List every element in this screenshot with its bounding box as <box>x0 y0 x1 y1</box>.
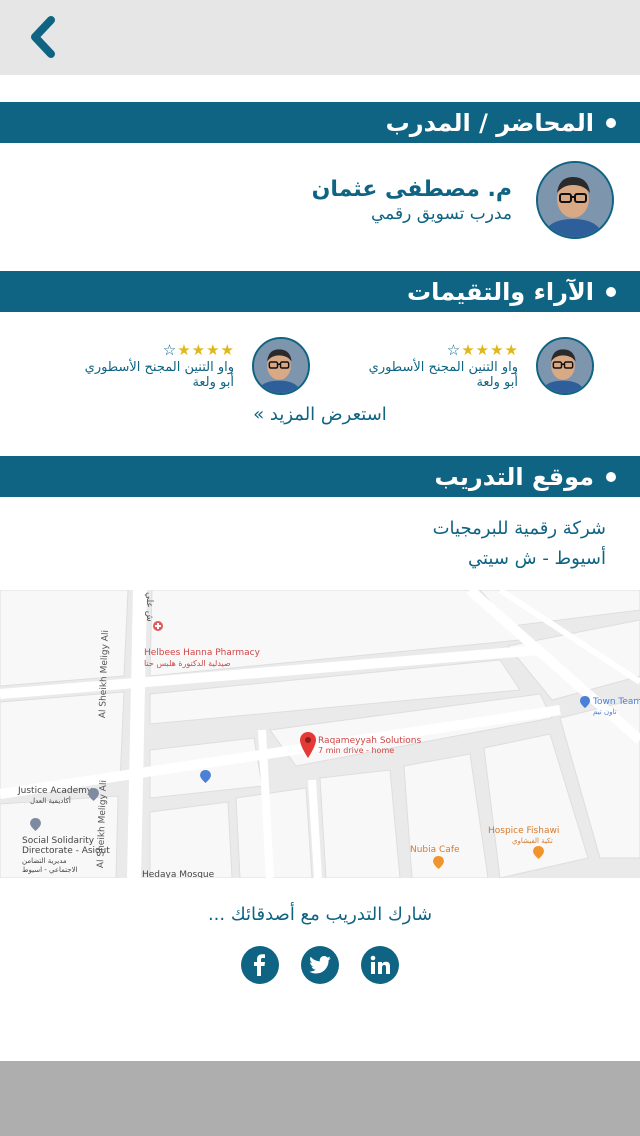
chevron-left-icon <box>31 16 55 58</box>
avatar <box>536 161 614 239</box>
review-text: واو التنين المجنح الأسطوري <box>84 360 234 375</box>
location-map[interactable]: Helbees Hanna Pharmacy صيدلية الدكتورة ه… <box>0 590 640 878</box>
twitter-icon <box>309 956 331 974</box>
bullet-dot <box>606 471 616 482</box>
map-label-social-1: Social Solidarity <box>22 836 95 846</box>
star-filled-icon: ★ <box>206 341 220 359</box>
avatar <box>252 337 310 395</box>
map-marker-title: Raqameyyah Solutions <box>318 736 422 746</box>
review-item[interactable]: ★ ★ ★ ★ ☆ واو التنين المجنح الأسطوري أبو… <box>369 336 594 396</box>
bottom-bar <box>0 1061 640 1136</box>
location-address: شركة رقمية للبرمجيات أسيوط - ش سيتي <box>433 514 606 574</box>
shop-pin-icon <box>580 696 590 711</box>
map-street-label: ش علي <box>144 592 154 622</box>
pharmacy-pin-icon <box>152 620 164 635</box>
rating-stars: ★ ★ ★ ★ ☆ <box>85 342 234 358</box>
rating-stars: ★ ★ ★ ★ ☆ <box>369 342 518 358</box>
trainer-role: مدرب تسويق رقمي <box>371 203 512 224</box>
bullet-dot <box>606 117 616 128</box>
star-filled-icon: ★ <box>504 341 518 359</box>
cafe-pin-icon <box>533 846 544 862</box>
address-line: أسيوط - ش سيتي <box>467 548 606 569</box>
map-label-pharmacy-ar: صيدلية الدكتورة هلبس حنا <box>144 659 231 668</box>
user-photo-icon <box>538 339 592 393</box>
star-filled-icon: ★ <box>191 341 206 359</box>
map-label-justice-ar: أكاديمية العدل <box>30 797 71 805</box>
facebook-icon <box>254 954 265 976</box>
star-filled-icon: ★ <box>475 341 490 359</box>
map-label-pharmacy: Helbees Hanna Pharmacy <box>144 648 260 658</box>
section-header-reviews: الآراء والتقيمات <box>0 271 640 312</box>
back-button[interactable] <box>18 12 68 62</box>
trainer-info: م. مصطفى عثمان مدرب تسويق رقمي <box>312 177 512 224</box>
map-label-town-team: Town Team <box>593 697 640 707</box>
user-photo-icon <box>254 339 308 393</box>
map-label-justice: Justice Academy <box>18 786 93 796</box>
review-user: أبو ولعة <box>476 375 518 390</box>
map-label-nubia: Nubia Cafe <box>410 845 460 855</box>
user-photo-icon <box>538 163 612 237</box>
cafe-pin-icon <box>433 856 444 872</box>
social-share-bar <box>0 946 640 984</box>
map-label-town-team-ar: تاون تيم <box>593 708 617 716</box>
map-label-social-ar-2: الاجتماعي - اسيوط <box>22 866 78 874</box>
star-filled-icon: ★ <box>490 341 504 359</box>
star-empty-icon: ☆ <box>162 341 177 359</box>
show-more-link[interactable]: استعرض المزيد » <box>0 404 640 425</box>
trainer-name: م. مصطفى عثمان <box>311 176 512 202</box>
review-item[interactable]: ★ ★ ★ ★ ☆ واو التنين المجنح الأسطوري أبو… <box>85 336 310 396</box>
section-header-location: موقع التدريب <box>0 456 640 497</box>
star-filled-icon: ★ <box>220 341 234 359</box>
section-title: المحاضر / المدرب <box>385 108 594 137</box>
star-filled-icon: ★ <box>461 341 475 359</box>
star-filled-icon: ★ <box>177 341 191 359</box>
section-header-trainer: المحاضر / المدرب <box>0 102 640 143</box>
reviews-list: ★ ★ ★ ★ ☆ واو التنين المجنح الأسطوري أبو… <box>0 336 640 398</box>
section-title: الآراء والتقيمات <box>406 277 594 306</box>
shop-pin-icon <box>200 770 211 786</box>
review-body: ★ ★ ★ ★ ☆ واو التنين المجنح الأسطوري أبو… <box>85 342 234 390</box>
section-title: موقع التدريب <box>434 462 594 491</box>
map-label-hospice: Hospice Fishawi <box>488 826 560 836</box>
linkedin-button[interactable] <box>361 946 399 984</box>
review-user: أبو ولعة <box>192 375 234 390</box>
map-label-hospice-ar: تكية الفيشاوي <box>512 837 553 845</box>
star-empty-icon: ☆ <box>446 341 461 359</box>
twitter-button[interactable] <box>301 946 339 984</box>
office-pin-icon <box>30 818 41 834</box>
linkedin-icon <box>370 955 390 974</box>
review-text: واو التنين المجنح الأسطوري <box>368 360 518 375</box>
top-bar <box>0 0 640 75</box>
facebook-button[interactable] <box>241 946 279 984</box>
map-marker-icon <box>300 732 316 761</box>
company-name: شركة رقمية للبرمجيات <box>432 518 606 539</box>
page: المحاضر / المدرب م. مصطفى عثمان مدرب تسو… <box>0 0 640 1136</box>
share-text: شارك التدريب مع أصدقائك ... <box>207 904 433 925</box>
bullet-dot <box>606 286 616 297</box>
review-body: ★ ★ ★ ★ ☆ واو التنين المجنح الأسطوري أبو… <box>369 342 518 390</box>
trainer-card[interactable]: م. مصطفى عثمان مدرب تسويق رقمي <box>26 160 614 240</box>
map-label-mosque: Hedaya Mosque <box>142 870 215 878</box>
map-marker-subtitle: 7 min drive - home <box>318 746 395 755</box>
avatar <box>536 337 594 395</box>
